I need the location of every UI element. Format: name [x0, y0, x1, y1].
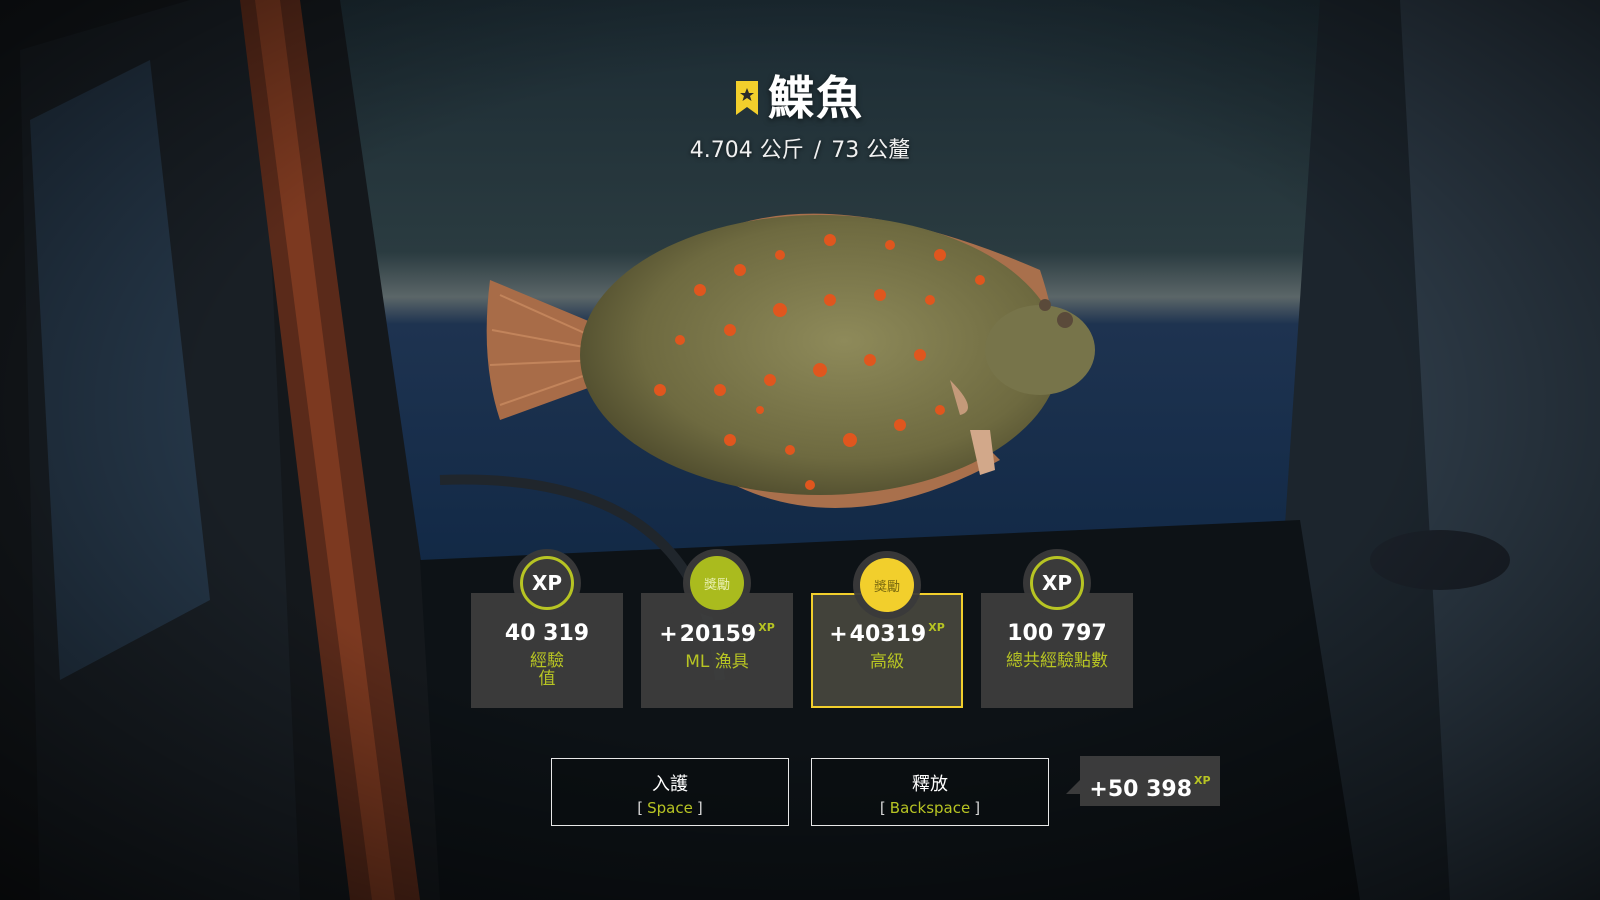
reward-label: 高級: [870, 652, 904, 672]
xp-suffix: XP: [928, 621, 945, 634]
bonus-badge-label: 獎勵: [690, 556, 744, 610]
catch-title: 鰈魚: [0, 62, 1600, 128]
trophy-bookmark-icon: [736, 81, 758, 115]
reward-value: +40319 XP: [813, 621, 961, 647]
reward-card-base-xp: XP 40 319 經驗值: [471, 549, 623, 708]
reward-value-number: 20159: [679, 622, 757, 647]
xp-suffix: XP: [758, 621, 775, 634]
xp-suffix: XP: [1194, 774, 1211, 787]
release-xp-value: 50 398: [1107, 777, 1193, 802]
keep-fish-button[interactable]: 入護 [Space]: [551, 758, 789, 826]
reward-label: 經驗值: [530, 651, 564, 689]
fish-name: 鰈魚: [768, 71, 864, 125]
xp-badge-label: XP: [1030, 556, 1084, 610]
key-bracket-close: ]: [696, 799, 703, 817]
key-bracket-open: [: [637, 799, 644, 817]
bonus-badge-label: 獎勵: [860, 558, 914, 612]
reward-value-number: 40319: [849, 622, 927, 647]
reward-value-number: 100 797: [1007, 621, 1107, 646]
reward-value: 100 797: [981, 621, 1133, 646]
key-bracket-open: [: [879, 799, 886, 817]
reward-value-number: 40 319: [504, 621, 590, 646]
release-key-hint: [Backspace]: [812, 799, 1048, 817]
bonus-badge-icon: 獎勵: [853, 551, 921, 619]
reward-card-ml-gear: 獎勵 +20159 XP ML 漁具: [641, 549, 793, 708]
xp-badge-label: XP: [520, 556, 574, 610]
reward-label: ML 漁具: [685, 652, 749, 672]
keep-key-hint: [Space]: [552, 799, 788, 817]
plus-sign: +: [1089, 777, 1108, 802]
reward-value: +20159 XP: [641, 621, 793, 647]
xp-badge-icon: XP: [513, 549, 581, 617]
bonus-badge-icon: 獎勵: [683, 549, 751, 617]
plus-sign: +: [829, 622, 848, 647]
reward-card-total-xp: XP 100 797 總共經驗點數: [981, 549, 1133, 708]
keep-button-label: 入護: [652, 774, 688, 795]
release-button-label: 釋放: [912, 774, 948, 795]
release-key: Backspace: [889, 799, 971, 817]
flounder-image: [486, 213, 1095, 508]
reward-label: 總共經驗點數: [1006, 651, 1108, 671]
release-fish-button[interactable]: 釋放 [Backspace]: [811, 758, 1049, 826]
keep-key: Space: [647, 799, 693, 817]
reward-value: 40 319: [471, 621, 623, 646]
xp-badge-icon: XP: [1023, 549, 1091, 617]
key-bracket-close: ]: [974, 799, 981, 817]
reward-card-premium: 獎勵 +40319 XP 高級: [811, 551, 963, 708]
release-xp-bonus: +50 398 XP: [1066, 756, 1220, 806]
plus-sign: +: [659, 622, 678, 647]
